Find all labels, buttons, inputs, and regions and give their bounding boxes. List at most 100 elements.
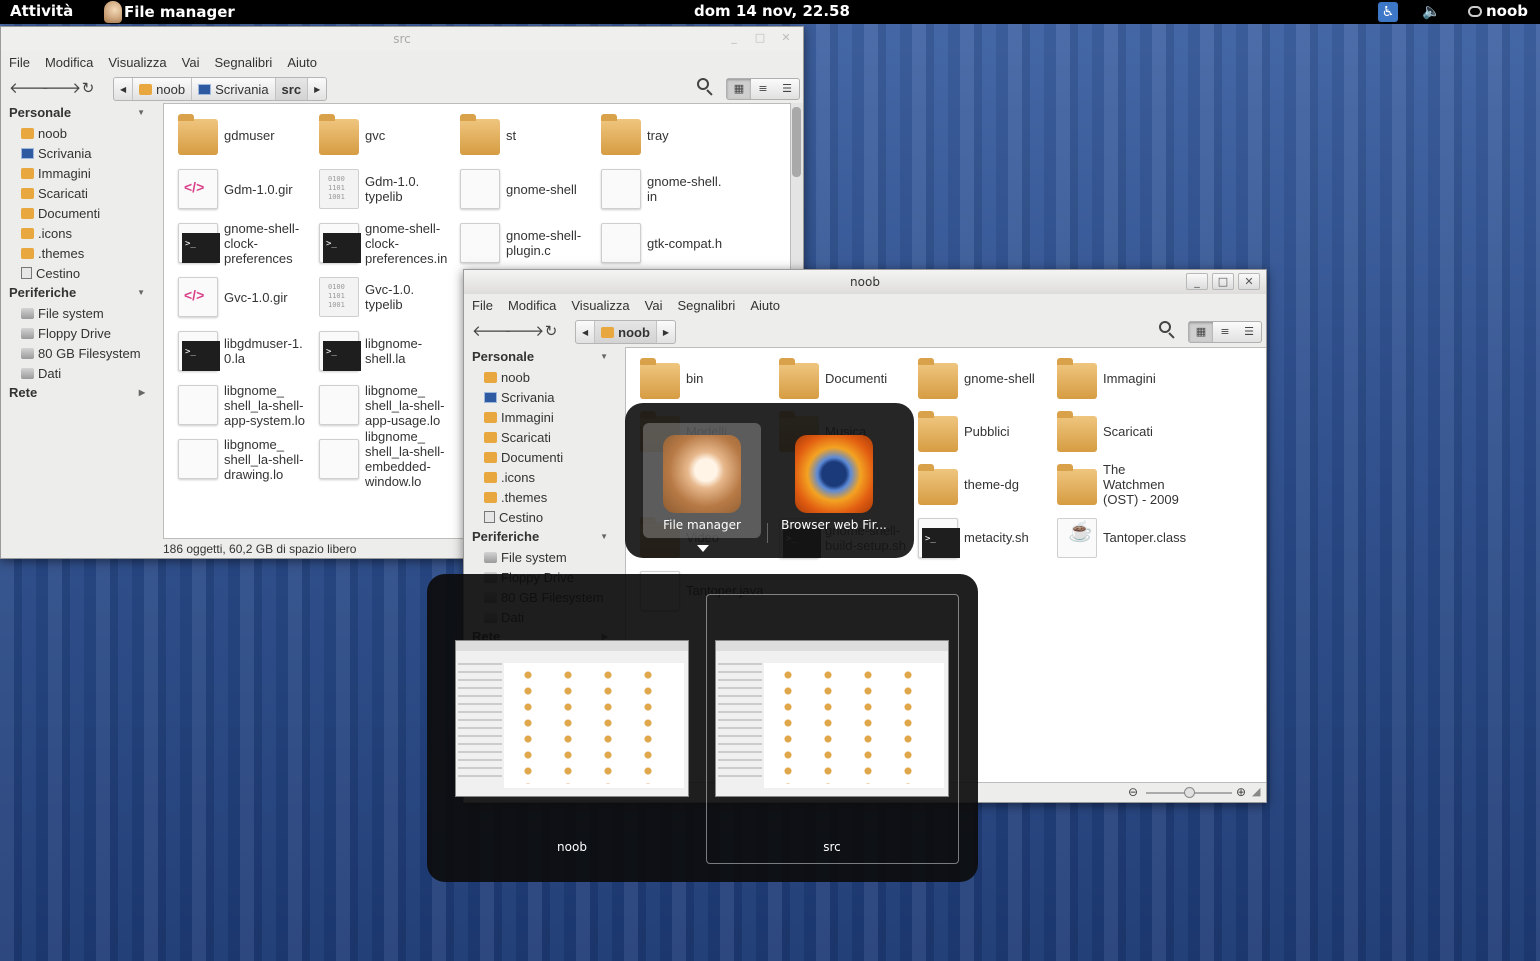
zoom-out-icon[interactable]: ⊖ <box>1128 785 1138 799</box>
file-item[interactable]: gdmuser <box>178 108 275 162</box>
reload-icon[interactable]: ↻ <box>540 320 562 342</box>
file-item[interactable]: gnome-shell- plugin.c <box>460 216 581 270</box>
close-button[interactable]: ✕ <box>775 30 797 47</box>
menu-file[interactable]: File <box>472 298 493 313</box>
accessibility-icon[interactable]: ♿ <box>1378 2 1398 22</box>
resize-grip-icon[interactable]: ◢ <box>1252 785 1260 798</box>
sidebar-item-scaricati[interactable]: Scaricati <box>466 427 622 447</box>
sidebar-item-documenti[interactable]: Documenti <box>3 203 159 223</box>
maximize-button[interactable]: □ <box>749 30 771 47</box>
sidebar-item-cestino[interactable]: Cestino <box>3 263 159 283</box>
menu-edit[interactable]: Modifica <box>508 298 556 313</box>
close-button[interactable]: ✕ <box>1238 273 1260 290</box>
file-item[interactable]: gnome-shell. in <box>601 162 721 216</box>
search-icon[interactable] <box>1157 320 1177 340</box>
breadcrumb-right-arrow-icon[interactable]: ▶ <box>657 321 675 343</box>
app-switcher-item-firefox[interactable]: Browser web Fir... <box>775 423 893 538</box>
sidebar-item-scrivania[interactable]: Scrivania <box>466 387 622 407</box>
list-view-icon[interactable]: ≡ <box>751 79 775 99</box>
file-item[interactable]: Immagini <box>1057 352 1156 405</box>
file-item[interactable]: libgnome- shell.la <box>319 324 422 378</box>
compact-view-icon[interactable]: ☰ <box>775 79 799 99</box>
sidebar-item-immagini[interactable]: Immagini <box>466 407 622 427</box>
menu-go[interactable]: Vai <box>182 55 200 70</box>
zoom-slider-handle[interactable] <box>1184 787 1195 798</box>
sidebar-section-devices[interactable]: Periferiche ▼ <box>466 527 622 547</box>
file-item[interactable]: Pubblici <box>918 405 1010 458</box>
file-item[interactable]: gnome-shell <box>460 162 577 216</box>
file-item[interactable]: gtk-compat.h <box>601 216 722 270</box>
forward-arrow-icon[interactable]: 🡒 <box>504 320 544 342</box>
sidebar-item-floppy[interactable]: Floppy Drive <box>3 323 159 343</box>
menu-go[interactable]: Vai <box>645 298 663 313</box>
window-thumbnail-noob[interactable] <box>455 640 689 797</box>
file-item[interactable]: libgdmuser-1. 0.la <box>178 324 303 378</box>
file-item[interactable]: Scaricati <box>1057 405 1153 458</box>
sidebar-item-immagini[interactable]: Immagini <box>3 163 159 183</box>
file-item[interactable]: st <box>460 108 516 162</box>
window-titlebar[interactable]: noob _ □ ✕ <box>464 270 1266 294</box>
file-item[interactable]: Tantoper.class <box>1057 511 1186 564</box>
window-thumbnail-src[interactable] <box>715 640 949 797</box>
menu-view[interactable]: Visualizza <box>571 298 629 313</box>
file-item[interactable]: Gdm-1.0. typelib <box>319 162 419 216</box>
sidebar-item-80gb[interactable]: 80 GB Filesystem <box>3 343 159 363</box>
file-item[interactable]: Gdm-1.0.gir <box>178 162 293 216</box>
file-item[interactable]: Gvc-1.0.gir <box>178 270 288 324</box>
clock[interactable]: dom 14 nov, 22.58 <box>694 2 850 20</box>
file-item[interactable]: tray <box>601 108 669 162</box>
minimize-button[interactable]: _ <box>1186 273 1208 290</box>
breadcrumb-left-arrow-icon[interactable]: ◀ <box>114 78 134 100</box>
breadcrumb-right-arrow-icon[interactable]: ▶ <box>308 78 326 100</box>
sidebar-item-dati[interactable]: Dati <box>3 363 159 383</box>
file-item[interactable]: bin <box>640 352 703 405</box>
sidebar-item-icons[interactable]: .icons <box>3 223 159 243</box>
sidebar-item-noob[interactable]: noob <box>3 123 159 143</box>
search-icon[interactable] <box>695 77 715 97</box>
file-item[interactable]: Gvc-1.0. typelib <box>319 270 414 324</box>
menu-help[interactable]: Aiuto <box>287 55 317 70</box>
collapse-arrow-icon[interactable]: ▼ <box>600 527 608 547</box>
sidebar-item-filesystem[interactable]: File system <box>466 547 622 567</box>
file-item[interactable]: gnome-shell- clock- preferences.in <box>319 216 447 270</box>
sidebar-item-scrivania[interactable]: Scrivania <box>3 143 159 163</box>
app-switcher-item-file-manager[interactable]: File manager <box>643 423 761 538</box>
scrollbar-thumb[interactable] <box>792 107 801 177</box>
back-arrow-icon[interactable]: 🡐 <box>9 77 49 99</box>
sidebar-item-icons[interactable]: .icons <box>466 467 622 487</box>
menu-view[interactable]: Visualizza <box>108 55 166 70</box>
zoom-in-icon[interactable]: ⊕ <box>1236 785 1246 799</box>
file-item[interactable]: gvc <box>319 108 385 162</box>
breadcrumb-scrivania[interactable]: Scrivania <box>192 78 276 100</box>
reload-icon[interactable]: ↻ <box>77 77 99 99</box>
breadcrumb-left-arrow-icon[interactable]: ◀ <box>576 321 596 343</box>
sidebar-section-network[interactable]: Rete ▶ <box>3 383 159 403</box>
menu-help[interactable]: Aiuto <box>750 298 780 313</box>
sidebar-item-noob[interactable]: noob <box>466 367 622 387</box>
file-item[interactable]: theme-dg <box>918 458 1019 511</box>
breadcrumb-noob[interactable]: noob <box>133 78 193 100</box>
sidebar-section-devices[interactable]: Periferiche ▼ <box>3 283 159 303</box>
breadcrumb-noob[interactable]: noob <box>595 321 657 343</box>
app-menu[interactable]: File manager <box>104 0 235 24</box>
sidebar-item-documenti[interactable]: Documenti <box>466 447 622 467</box>
window-titlebar[interactable]: src _ □ ✕ <box>1 27 803 51</box>
file-item[interactable]: libgnome_ shell_la-shell- app-usage.lo <box>319 378 444 432</box>
icon-view-icon[interactable]: ▦ <box>1189 322 1213 342</box>
menu-bookmarks[interactable]: Segnalibri <box>215 55 273 70</box>
list-view-icon[interactable]: ≡ <box>1213 322 1237 342</box>
activities-button[interactable]: Attività <box>10 2 73 20</box>
sidebar-item-cestino[interactable]: Cestino <box>466 507 622 527</box>
icon-view-icon[interactable]: ▦ <box>727 79 751 99</box>
back-arrow-icon[interactable]: 🡐 <box>472 320 512 342</box>
sidebar-section-personal[interactable]: Personale ▼ <box>466 347 622 367</box>
collapse-arrow-icon[interactable]: ▼ <box>600 347 608 367</box>
file-item[interactable]: libgnome_ shell_la-shell- app-system.lo <box>178 378 305 432</box>
file-item[interactable]: metacity.sh <box>918 511 1029 564</box>
file-item[interactable]: gnome-shell- clock- preferences <box>178 216 299 270</box>
menu-file[interactable]: File <box>9 55 30 70</box>
collapse-arrow-icon[interactable]: ▼ <box>137 103 145 123</box>
forward-arrow-icon[interactable]: 🡒 <box>41 77 81 99</box>
sidebar-item-themes[interactable]: .themes <box>3 243 159 263</box>
volume-icon[interactable]: 🔈 <box>1422 2 1441 20</box>
